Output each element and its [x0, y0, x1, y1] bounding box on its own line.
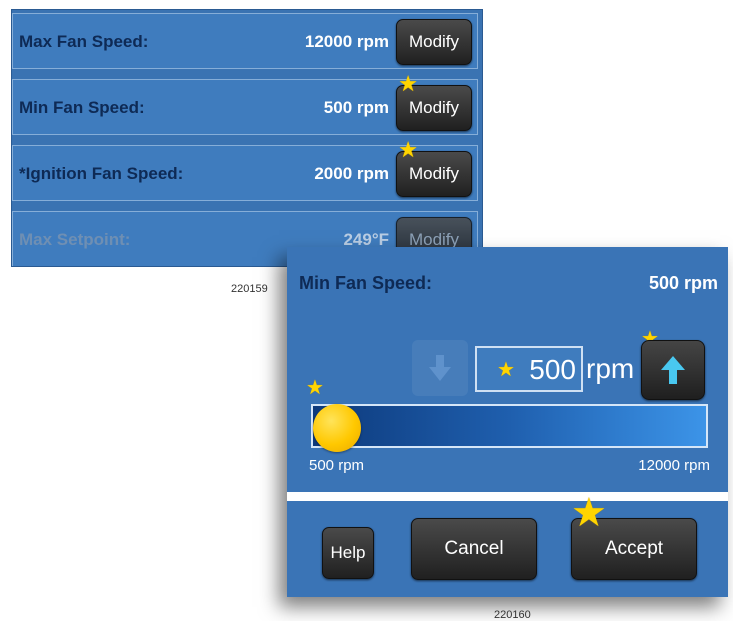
slider-max-label: 12000 rpm — [638, 457, 710, 474]
decrease-button[interactable] — [412, 340, 468, 396]
setting-value: 12000 rpm — [304, 32, 389, 51]
setting-label: *Ignition Fan Speed: — [19, 164, 184, 183]
star-icon: ★ — [398, 137, 418, 162]
dialog-button-bar: Help Cancel Accept ★ — [287, 492, 728, 597]
setting-value: 500 rpm — [323, 98, 389, 117]
setting-row-min-fan-speed: Min Fan Speed: 500 rpm Modify ★ — [12, 73, 478, 135]
arrow-up-icon — [661, 356, 685, 384]
dialog-title: Min Fan Speed: — [299, 273, 433, 293]
arrow-down-icon — [429, 355, 451, 381]
dialog-current-value: 500 rpm — [648, 273, 718, 293]
figure-caption: 220160 — [494, 609, 531, 621]
modify-button[interactable]: Modify — [396, 19, 472, 65]
cancel-button[interactable]: Cancel — [411, 518, 537, 580]
star-icon: ★ — [306, 377, 324, 399]
setting-row-ignition-fan-speed: *Ignition Fan Speed: 2000 rpm Modify ★ — [12, 139, 478, 201]
figure-caption: 220159 — [231, 283, 268, 295]
star-icon: ★ — [497, 359, 515, 381]
help-button[interactable]: Help — [322, 527, 374, 579]
star-icon: ★ — [398, 71, 418, 96]
setting-label: Max Fan Speed: — [19, 32, 149, 51]
speed-slider-knob[interactable] — [313, 404, 361, 452]
value-input[interactable]: ★ 500 — [475, 346, 583, 392]
edit-setting-dialog: Min Fan Speed: 500 rpm ★ 500 rpm ★ ★ 500… — [287, 247, 728, 597]
setting-label: Min Fan Speed: — [19, 98, 145, 117]
setting-value: 2000 rpm — [314, 164, 389, 183]
settings-list-panel: Max Fan Speed: 12000 rpm Modify Min Fan … — [11, 9, 483, 267]
unit-label: rpm — [586, 353, 635, 384]
value-text: 500 — [529, 354, 576, 385]
star-icon: ★ — [571, 491, 607, 535]
setting-label: Max Setpoint: — [19, 230, 131, 249]
slider-min-label: 500 rpm — [309, 457, 365, 474]
speed-slider-track[interactable] — [311, 404, 708, 448]
setting-row-max-fan-speed: Max Fan Speed: 12000 rpm Modify — [12, 13, 478, 69]
increase-button[interactable] — [641, 340, 705, 400]
